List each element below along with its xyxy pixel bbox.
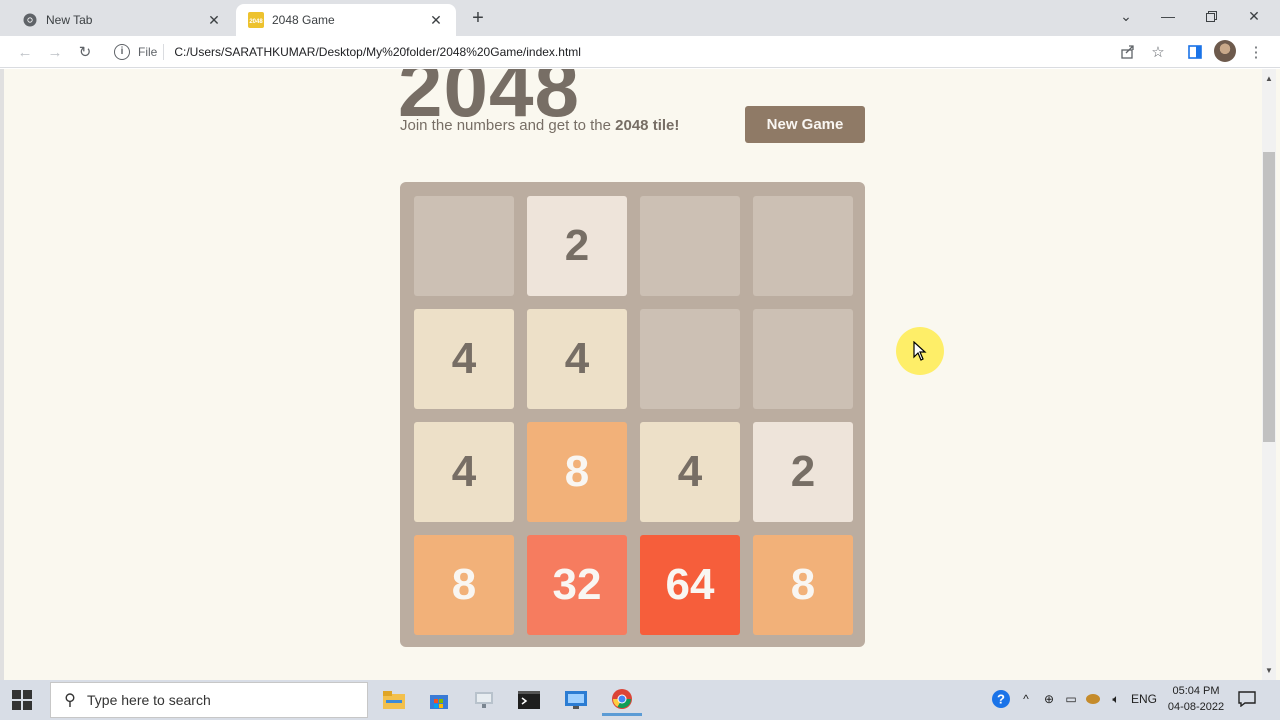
store-icon[interactable] xyxy=(419,684,459,716)
favicon-text: 2048 xyxy=(249,19,263,25)
network-folder-icon[interactable] xyxy=(464,684,504,716)
game-board: 2 4 4 4 8 4 2 8 32 64 8 xyxy=(400,182,865,647)
tab-title: 2048 Game xyxy=(272,13,335,27)
svg-text:?: ? xyxy=(997,692,1005,707)
scroll-up-arrow-icon[interactable]: ▲ xyxy=(1262,72,1276,86)
intro-text-bold: 2048 tile! xyxy=(615,117,680,134)
clock-date: 04-08-2022 xyxy=(1167,701,1225,713)
windows-taskbar: ⚲ Type here to search ? ^ ⊕ ▭ 🔈︎ ENG 05:… xyxy=(0,680,1280,720)
file-explorer-icon[interactable] xyxy=(374,684,414,716)
tab-search-icon[interactable]: ⌄ xyxy=(1104,0,1148,32)
chrome-taskbar-icon[interactable] xyxy=(602,684,642,716)
tile-2: 2 xyxy=(527,196,627,296)
page-viewport: 2048 Join the numbers and get to the 204… xyxy=(0,69,1280,680)
url-scheme: File xyxy=(138,45,158,59)
new-tab-button[interactable]: + xyxy=(466,8,490,30)
profile-avatar[interactable] xyxy=(1214,40,1236,62)
terminal-icon[interactable] xyxy=(509,684,549,716)
app-tray-icon[interactable] xyxy=(1084,688,1102,710)
mouse-cursor-icon xyxy=(913,341,927,361)
search-placeholder: Type here to search xyxy=(87,692,211,708)
tile-4: 4 xyxy=(414,422,514,522)
browser-toolbar: ← → ↻ i File C:/Users/SARATHKUMAR/Deskto… xyxy=(0,36,1280,68)
tile-4: 4 xyxy=(414,309,514,409)
back-icon[interactable]: ← xyxy=(13,40,37,64)
empty-cell xyxy=(640,196,740,296)
speaker-icon[interactable]: 🔈︎ xyxy=(1106,688,1126,710)
empty-cell xyxy=(753,196,853,296)
page-left-edge xyxy=(0,69,4,680)
scroll-down-arrow-icon[interactable]: ▼ xyxy=(1262,664,1276,678)
minimize-button[interactable]: — xyxy=(1146,0,1190,32)
windows-start-icon[interactable] xyxy=(12,690,32,710)
search-icon: ⚲ xyxy=(64,692,76,709)
close-tab-icon[interactable]: ✕ xyxy=(428,12,444,28)
tile-4: 4 xyxy=(640,422,740,522)
scrollbar-thumb[interactable] xyxy=(1263,152,1275,442)
empty-cell xyxy=(414,196,514,296)
empty-cell xyxy=(640,309,740,409)
restore-icon xyxy=(1205,10,1217,22)
language-indicator[interactable]: ENG xyxy=(1130,688,1158,710)
new-game-button[interactable]: New Game xyxy=(745,106,865,143)
site-info-icon[interactable]: i xyxy=(114,44,130,60)
tile-8: 8 xyxy=(414,535,514,635)
divider xyxy=(163,44,165,60)
clock-time: 05:04 PM xyxy=(1172,685,1220,697)
tile-8: 8 xyxy=(527,422,627,522)
share-icon[interactable] xyxy=(1116,40,1140,64)
chevron-up-icon[interactable]: ^ xyxy=(1018,688,1034,710)
reload-icon[interactable]: ↻ xyxy=(73,40,97,64)
bookmark-star-icon[interactable]: ☆ xyxy=(1146,40,1170,64)
close-window-button[interactable]: ✕ xyxy=(1232,0,1276,32)
notification-icon[interactable] xyxy=(1236,688,1258,710)
close-tab-icon[interactable]: ✕ xyxy=(206,12,222,28)
tile-2: 2 xyxy=(753,422,853,522)
game-favicon: 2048 xyxy=(248,12,264,28)
globe-network-icon[interactable]: ⊕ xyxy=(1040,688,1058,710)
tab-strip: New Tab ✕ 2048 2048 Game ✕ + ⌄ — ✕ xyxy=(0,0,1280,36)
empty-cell xyxy=(753,309,853,409)
chrome-icon xyxy=(22,12,38,28)
tile-32: 32 xyxy=(527,535,627,635)
address-bar[interactable]: i File C:/Users/SARATHKUMAR/Desktop/My%2… xyxy=(106,38,1106,66)
tab-new-tab[interactable]: New Tab ✕ xyxy=(10,4,234,36)
help-icon[interactable]: ? xyxy=(990,688,1012,710)
tab-2048-game[interactable]: 2048 2048 Game ✕ xyxy=(236,4,456,36)
taskbar-clock[interactable]: 05:04 PM 04-08-2022 xyxy=(1160,683,1232,715)
url-text[interactable]: C:/Users/SARATHKUMAR/Desktop/My%20folder… xyxy=(174,45,581,59)
tile-4: 4 xyxy=(527,309,627,409)
intro-text: Join the numbers and get to the 2048 til… xyxy=(400,117,679,134)
restore-button[interactable] xyxy=(1189,0,1233,32)
tile-64: 64 xyxy=(640,535,740,635)
intro-text-plain: Join the numbers and get to the xyxy=(400,117,616,134)
side-panel-icon[interactable] xyxy=(1183,40,1207,64)
forward-icon[interactable]: → xyxy=(43,40,67,64)
battery-icon[interactable]: ▭ xyxy=(1062,688,1080,710)
remote-desktop-icon[interactable] xyxy=(556,684,596,716)
tab-title: New Tab xyxy=(46,13,93,27)
menu-kebab-icon[interactable]: ⋮ xyxy=(1244,40,1268,64)
tile-8: 8 xyxy=(753,535,853,635)
taskbar-search-box[interactable]: ⚲ Type here to search xyxy=(50,682,368,718)
